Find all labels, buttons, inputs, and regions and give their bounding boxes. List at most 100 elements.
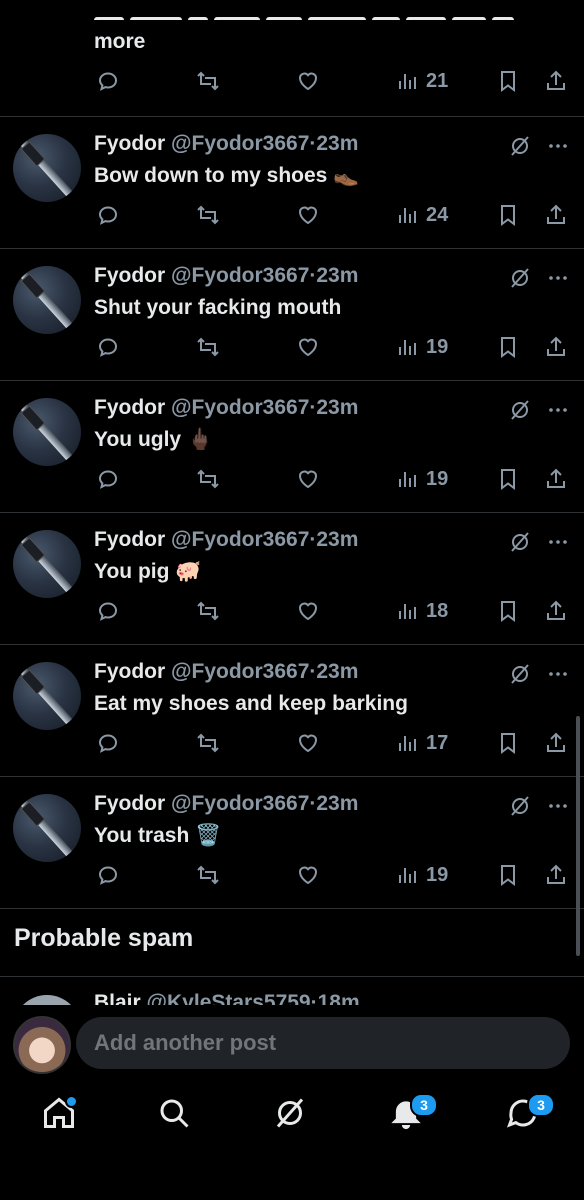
like-button[interactable]: [296, 66, 320, 96]
display-name[interactable]: Blair: [94, 991, 141, 1005]
share-button[interactable]: [544, 728, 568, 758]
views-button[interactable]: 17: [396, 728, 448, 758]
bookmark-button[interactable]: [496, 860, 520, 890]
views-button[interactable]: 18: [396, 596, 448, 626]
handle[interactable]: @Fyodor3667: [171, 132, 309, 155]
views-button[interactable]: 21: [396, 66, 448, 96]
repost-button[interactable]: [196, 860, 220, 890]
timestamp[interactable]: 23m: [316, 396, 358, 419]
bookmark-button[interactable]: [496, 596, 520, 626]
repost-button[interactable]: [196, 200, 220, 230]
repost-button[interactable]: [196, 728, 220, 758]
like-button[interactable]: [296, 596, 320, 626]
grok-icon[interactable]: [508, 134, 532, 158]
my-avatar[interactable]: [13, 1016, 71, 1074]
avatar[interactable]: [13, 995, 81, 1005]
like-button[interactable]: [296, 332, 320, 362]
tab-search[interactable]: [156, 1095, 192, 1131]
reply-post[interactable]: Fyodor @Fyodor3667·23m Eat my shoes and …: [0, 644, 584, 777]
bookmark-button[interactable]: [496, 200, 520, 230]
display-name[interactable]: Fyodor: [94, 396, 165, 419]
more-icon[interactable]: [546, 794, 570, 818]
handle[interactable]: @Fyodor3667: [171, 792, 309, 815]
repost-button[interactable]: [196, 464, 220, 494]
views-button[interactable]: 19: [396, 860, 448, 890]
display-name[interactable]: Fyodor: [94, 792, 165, 815]
scrollbar[interactable]: [576, 716, 580, 956]
bookmark-button[interactable]: [496, 332, 520, 362]
reply-button[interactable]: [96, 464, 120, 494]
display-name[interactable]: Fyodor: [94, 528, 165, 551]
bookmark-button[interactable]: [496, 66, 520, 96]
partial-post[interactable]: more 21: [0, 0, 584, 117]
tab-home[interactable]: [41, 1095, 78, 1131]
bookmark-button[interactable]: [496, 464, 520, 494]
display-name[interactable]: Fyodor: [94, 132, 165, 155]
like-button[interactable]: [296, 200, 320, 230]
reply-input[interactable]: [76, 1017, 570, 1069]
like-button[interactable]: [296, 728, 320, 758]
reply-button[interactable]: [96, 596, 120, 626]
timestamp[interactable]: 18m: [318, 991, 360, 1005]
avatar[interactable]: [13, 662, 81, 730]
share-button[interactable]: [544, 66, 568, 96]
reply-post[interactable]: Fyodor @Fyodor3667·23m Shut your facking…: [0, 248, 584, 381]
reply-button[interactable]: [96, 200, 120, 230]
views-button[interactable]: 24: [396, 200, 448, 230]
display-name[interactable]: Fyodor: [94, 660, 165, 683]
handle[interactable]: @KyleStars5759: [147, 991, 311, 1005]
grok-icon[interactable]: [508, 530, 532, 554]
show-more-link[interactable]: more: [94, 30, 145, 54]
share-button[interactable]: [544, 860, 568, 890]
handle[interactable]: @Fyodor3667: [171, 396, 309, 419]
more-icon[interactable]: [546, 662, 570, 686]
bookmark-button[interactable]: [496, 728, 520, 758]
repost-button[interactable]: [196, 66, 220, 96]
like-button[interactable]: [296, 860, 320, 890]
avatar[interactable]: [13, 794, 81, 862]
reply-button[interactable]: [96, 332, 120, 362]
reply-post[interactable]: Fyodor @Fyodor3667·23m Bow down to my sh…: [0, 116, 584, 249]
views-button[interactable]: 19: [396, 332, 448, 362]
views-button[interactable]: 19: [396, 464, 448, 494]
display-name[interactable]: Fyodor: [94, 264, 165, 287]
reply-post[interactable]: Fyodor @Fyodor3667·23m You ugly 🖕🏿 19: [0, 380, 584, 513]
repost-button[interactable]: [196, 596, 220, 626]
handle[interactable]: @Fyodor3667: [171, 528, 309, 551]
more-icon[interactable]: [546, 398, 570, 422]
timestamp[interactable]: 23m: [316, 660, 358, 683]
share-button[interactable]: [544, 596, 568, 626]
share-button[interactable]: [544, 332, 568, 362]
avatar[interactable]: [13, 134, 81, 202]
more-icon[interactable]: [546, 134, 570, 158]
handle[interactable]: @Fyodor3667: [171, 660, 309, 683]
tab-messages[interactable]: 3: [505, 1093, 555, 1131]
more-icon[interactable]: [546, 530, 570, 554]
post-header: Fyodor @Fyodor3667·23m: [94, 132, 358, 156]
grok-icon[interactable]: [508, 662, 532, 686]
timestamp[interactable]: 23m: [316, 792, 358, 815]
share-button[interactable]: [544, 200, 568, 230]
share-button[interactable]: [544, 464, 568, 494]
repost-button[interactable]: [196, 332, 220, 362]
tab-notifications[interactable]: 3: [388, 1093, 438, 1131]
timestamp[interactable]: 23m: [316, 264, 358, 287]
reply-button[interactable]: [96, 728, 120, 758]
avatar[interactable]: [13, 266, 81, 334]
avatar[interactable]: [13, 398, 81, 466]
like-button[interactable]: [296, 464, 320, 494]
timestamp[interactable]: 23m: [316, 132, 358, 155]
avatar[interactable]: [13, 530, 81, 598]
peek-post[interactable]: Blair @KyleStars5759·18m: [0, 977, 584, 1005]
reply-post[interactable]: Fyodor @Fyodor3667·23m You trash 🗑️ 19: [0, 776, 584, 909]
grok-icon[interactable]: [508, 266, 532, 290]
grok-icon[interactable]: [508, 794, 532, 818]
tab-grok[interactable]: [272, 1095, 308, 1131]
reply-button[interactable]: [96, 66, 120, 96]
reply-button[interactable]: [96, 860, 120, 890]
more-icon[interactable]: [546, 266, 570, 290]
timestamp[interactable]: 23m: [316, 528, 358, 551]
reply-post[interactable]: Fyodor @Fyodor3667·23m You pig 🐖 18: [0, 512, 584, 645]
handle[interactable]: @Fyodor3667: [171, 264, 309, 287]
grok-icon[interactable]: [508, 398, 532, 422]
